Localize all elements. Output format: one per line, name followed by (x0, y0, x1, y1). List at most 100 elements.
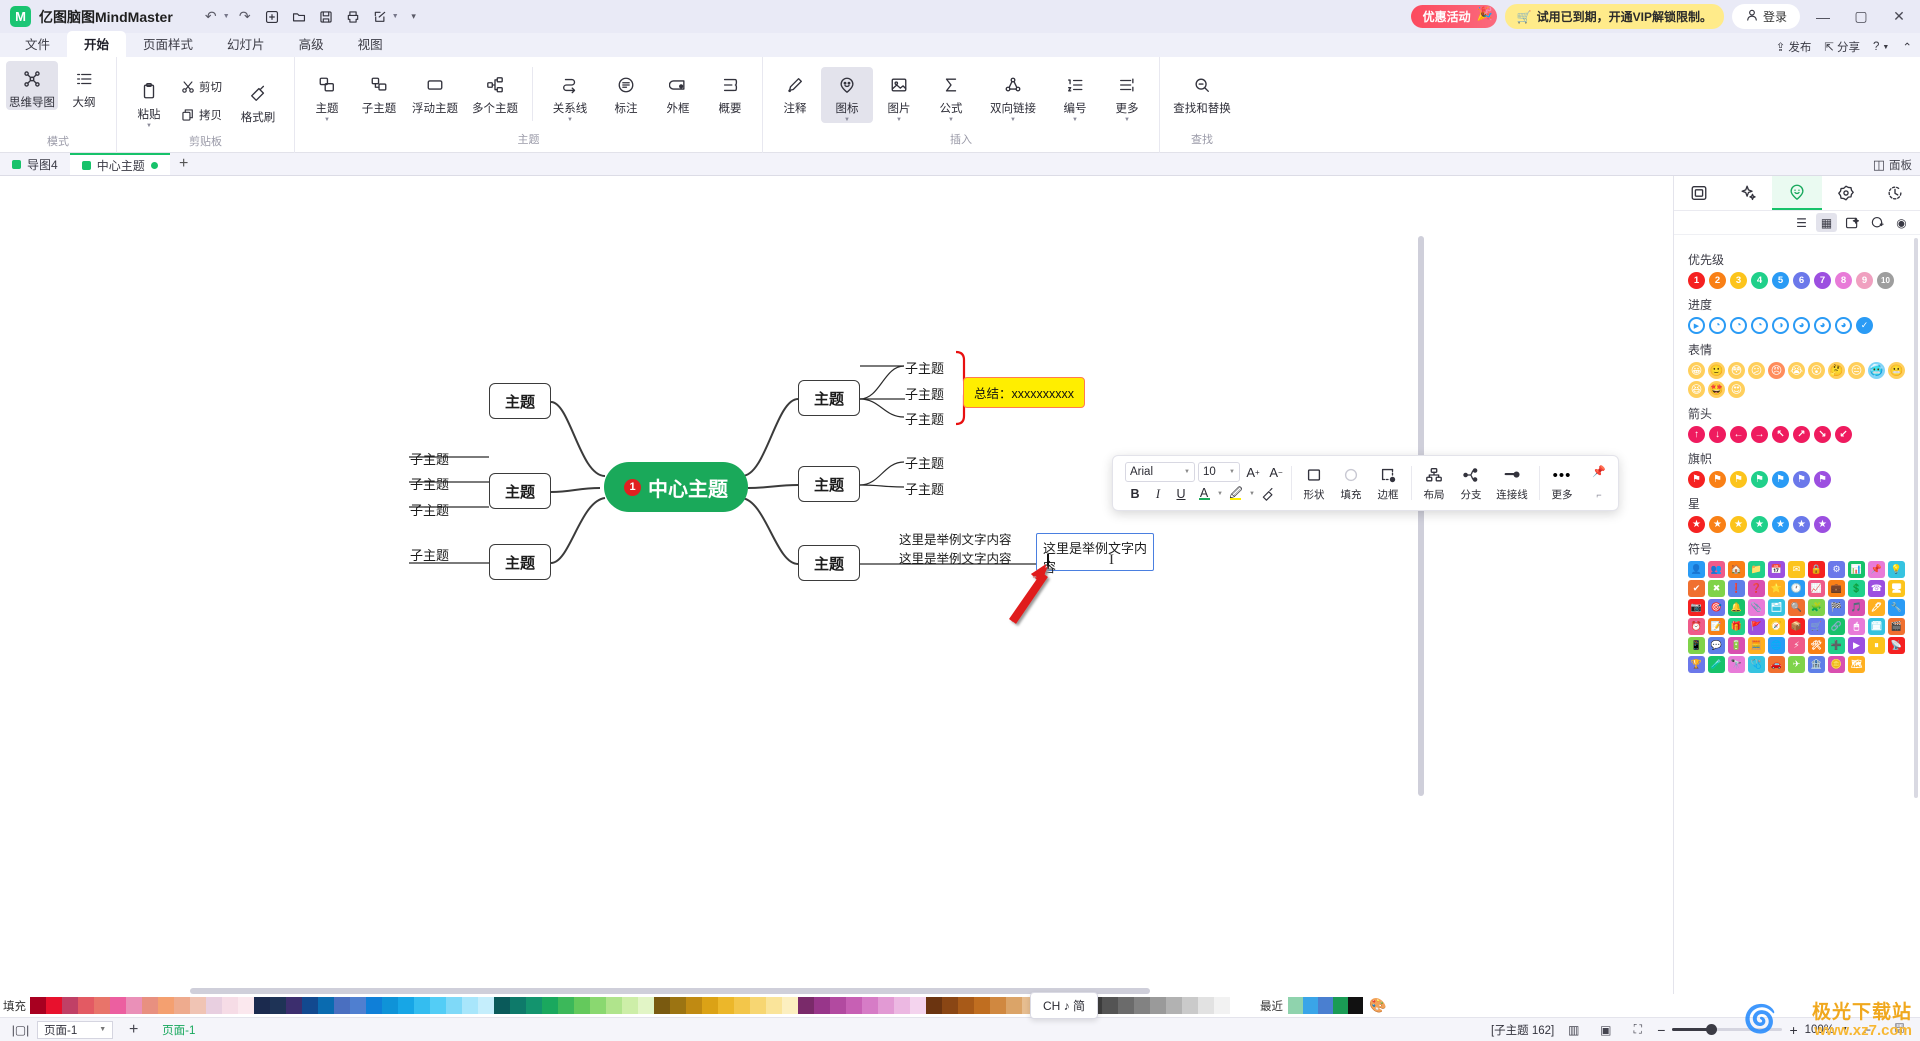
sticker-item[interactable]: 🗂 (1768, 599, 1785, 616)
sticker-item[interactable]: 🪙 (1828, 656, 1845, 673)
sticker-item[interactable]: ★ (1814, 516, 1831, 533)
format-painter-button[interactable]: 格式刷 (228, 71, 288, 125)
sticker-item[interactable]: ✉ (1788, 561, 1805, 578)
color-wheel-icon[interactable]: 🎨 (1369, 997, 1386, 1014)
color-swatch[interactable] (222, 997, 238, 1014)
color-swatch[interactable] (670, 997, 686, 1014)
sticker-item[interactable]: 🏆 (1688, 656, 1705, 673)
sticker-item[interactable]: 📅 (1768, 561, 1785, 578)
sticker-item[interactable]: ◔ (1730, 317, 1747, 334)
sticker-item[interactable]: 📁 (1748, 561, 1765, 578)
sticker-item[interactable]: 🩺 (1748, 656, 1765, 673)
color-swatch[interactable] (766, 997, 782, 1014)
color-swatch[interactable] (110, 997, 126, 1014)
sticker-item[interactable]: ↖ (1772, 426, 1789, 443)
zoom-out-button[interactable]: − (1657, 1022, 1665, 1038)
color-swatch[interactable] (1118, 997, 1134, 1014)
sticker-item[interactable]: ◕ (1793, 317, 1810, 334)
note-button[interactable]: 注释 (769, 67, 821, 116)
color-swatch[interactable] (846, 997, 862, 1014)
border-button[interactable]: 边框 (1370, 464, 1406, 502)
sticker-item[interactable]: ⚑ (1793, 471, 1810, 488)
sticker-item[interactable]: ⚡ (1788, 637, 1805, 654)
sticker-item[interactable]: 🔧 (1888, 599, 1905, 616)
sticker-item[interactable]: ◑ (1772, 317, 1789, 334)
sticker-item[interactable]: ☎ (1868, 580, 1885, 597)
sticker-item[interactable]: 🎬 (1888, 618, 1905, 635)
color-swatch[interactable] (750, 997, 766, 1014)
sticker-item[interactable]: 💡 (1888, 561, 1905, 578)
color-swatch[interactable] (1198, 997, 1214, 1014)
sticker-item[interactable]: 🛒 (1808, 618, 1825, 635)
sticker-item[interactable]: 2 (1709, 272, 1726, 289)
sticker-item[interactable]: ★ (1751, 516, 1768, 533)
topic-node[interactable]: 主题 (489, 544, 551, 580)
sticker-item[interactable]: 9 (1856, 272, 1873, 289)
image-dropdown-icon[interactable]: ▼ (896, 117, 902, 123)
color-swatch[interactable] (318, 997, 334, 1014)
color-swatch[interactable] (254, 997, 270, 1014)
sticker-item[interactable]: 🥶 (1868, 362, 1885, 379)
zoom-in-button[interactable]: + (1789, 1022, 1797, 1038)
sticker-item[interactable]: 🎁 (1728, 618, 1745, 635)
subtopic-button[interactable]: 子主题 (353, 67, 405, 116)
recent-color-swatch[interactable] (1333, 997, 1348, 1014)
sticker-item[interactable]: 😀 (1688, 362, 1705, 379)
sticker-item[interactable]: 🙂 (1708, 362, 1725, 379)
boundary-button[interactable]: 外框 (652, 67, 704, 116)
topic-node[interactable]: 主题 (798, 545, 860, 581)
sticker-item[interactable]: 🧭 (1768, 618, 1785, 635)
subtopic-label[interactable]: 子主题 (905, 384, 944, 403)
sticker-item[interactable]: ⚑ (1730, 471, 1747, 488)
decrease-font-button[interactable]: A − (1266, 462, 1286, 482)
subtopic-label[interactable]: 子主题 (410, 474, 449, 493)
share-button[interactable]: ⇱ 分享 (1824, 39, 1860, 55)
sticker-dropdown-icon[interactable]: ▼ (844, 117, 850, 123)
recent-color-swatch[interactable] (1303, 997, 1318, 1014)
layout-button[interactable]: 布局 (1416, 464, 1452, 502)
tab-page-style[interactable]: 页面样式 (126, 31, 210, 57)
sticker-item[interactable]: ⏸ (1868, 637, 1885, 654)
color-swatch[interactable] (206, 997, 222, 1014)
sticker-item[interactable]: 😑 (1848, 362, 1865, 379)
formula-dropdown-icon[interactable]: ▼ (948, 117, 954, 123)
color-swatch[interactable] (878, 997, 894, 1014)
recent-color-swatch[interactable] (1318, 997, 1333, 1014)
sticker-item[interactable]: 😍 (1728, 381, 1745, 398)
sticker-item[interactable]: 🎯 (1708, 599, 1725, 616)
color-swatch[interactable] (366, 997, 382, 1014)
subtopic-label[interactable]: 子主题 (905, 453, 944, 472)
sticker-item[interactable]: 😬 (1888, 362, 1905, 379)
recent-swatches[interactable] (1288, 997, 1363, 1014)
sticker-item[interactable]: 💬 (1708, 637, 1725, 654)
topic-node[interactable]: 主题 (489, 473, 551, 509)
sticker-item[interactable]: ★ (1688, 516, 1705, 533)
topic-node[interactable]: 主题 (798, 380, 860, 416)
color-swatch[interactable] (174, 997, 190, 1014)
subtopic-label[interactable]: 子主题 (905, 358, 944, 377)
sticker-item[interactable]: 6 (1793, 272, 1810, 289)
color-swatch[interactable] (654, 997, 670, 1014)
bidirectional-link-dropdown-icon[interactable]: ▼ (1010, 117, 1016, 123)
topic-button[interactable]: 主题 ▼ (301, 67, 353, 123)
login-button[interactable]: 登录 (1731, 4, 1800, 29)
sticker-item[interactable]: 🚩 (1748, 618, 1765, 635)
sticker-item[interactable]: ★ (1793, 516, 1810, 533)
collapse-ribbon-button[interactable]: ⌃ (1902, 40, 1912, 54)
sticker-item[interactable]: 📡 (1888, 637, 1905, 654)
color-swatch[interactable] (494, 997, 510, 1014)
sticker-item[interactable]: 🌐 (1768, 637, 1785, 654)
grid-view-icon[interactable]: ▦ (1816, 213, 1837, 232)
sticker-item[interactable]: 🤩 (1708, 381, 1725, 398)
color-swatch[interactable] (782, 997, 798, 1014)
sticker-item[interactable]: 🔒 (1808, 561, 1825, 578)
relationship-line-dropdown-icon[interactable]: ▼ (567, 117, 573, 123)
tab-home[interactable]: 开始 (67, 31, 127, 57)
sticker-item[interactable]: 🧪 (1708, 656, 1725, 673)
color-swatch[interactable] (798, 997, 814, 1014)
fit-page-icon[interactable]: ▣ (1593, 1020, 1618, 1040)
sticker-item[interactable]: ★ (1709, 516, 1726, 533)
sticker-item[interactable]: 4 (1751, 272, 1768, 289)
sticker-item[interactable]: 💼 (1828, 580, 1845, 597)
page-select[interactable]: 页面-1 ▼ (37, 1020, 114, 1039)
